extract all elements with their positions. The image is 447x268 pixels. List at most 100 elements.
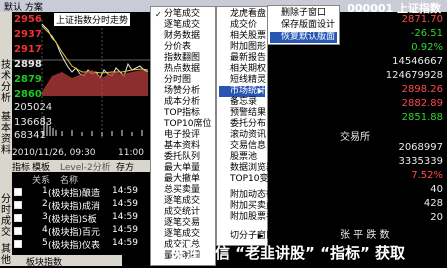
row-name: (极块指)百元	[48, 228, 101, 238]
row-time: 14:59	[112, 199, 138, 209]
menu-item[interactable]: 逐笔成交	[153, 196, 213, 207]
menu-item[interactable]: 数据浏览器	[219, 163, 275, 174]
table-row[interactable]: 2 (极块指)成消 14:59	[12, 199, 152, 212]
tab-template[interactable]: 模板	[32, 160, 50, 173]
watermark-caption: 关注微信 “老韭讲股” “指标” 获取	[169, 244, 406, 262]
price-label-4: 2898	[14, 59, 42, 70]
menu-item[interactable]: 逐笔成交	[153, 229, 213, 240]
menu-item[interactable]: 短线精灵	[219, 75, 266, 86]
tab-level2[interactable]: Level-2分析	[60, 160, 111, 173]
menu-item[interactable]: 附加股票名称	[219, 212, 284, 223]
quote-value: 0.92%	[411, 42, 443, 53]
intraday-chart[interactable]: 2956 2937 2917 2898 2879 2860 205024 136…	[12, 12, 150, 141]
menu-item[interactable]: 最新报告	[219, 53, 266, 64]
time-start: 2010/11/26, 09:30	[12, 148, 96, 158]
menu-item-label: 分笔成交	[164, 9, 201, 19]
row-checkbox[interactable]	[14, 201, 22, 209]
menu-item[interactable]: TOP10变量	[219, 174, 277, 185]
time-end: 11:00	[118, 148, 144, 158]
row-checkbox[interactable]	[14, 188, 22, 196]
menu-item[interactable]: 股票池	[219, 152, 265, 163]
restore-default-layout-item[interactable]: 恢复默认版面	[270, 32, 337, 43]
menu-item[interactable]: 成本分析	[153, 97, 213, 108]
quote-value: -26.51	[410, 28, 443, 39]
context-menu: ✓ 分笔成交 逐笔成交 财务数据 分价表 指数翻图 热点数据 分时图 场赞分析 成…	[150, 6, 216, 266]
menu-item[interactable]: 成交价	[219, 20, 265, 31]
menu-item[interactable]: 最大撤单	[153, 174, 213, 185]
menu-item[interactable]: 附加动态行情	[219, 190, 284, 201]
col-name: 名称	[60, 176, 79, 186]
menu-item[interactable]: 附加买卖盘	[219, 201, 275, 212]
menu-item[interactable]: 基本资料	[153, 141, 213, 152]
tab-basic-info[interactable]: 基本资料	[0, 112, 12, 164]
price-label-3: 2917	[14, 44, 42, 55]
quote-value: 428	[423, 198, 443, 209]
row-name: (极块指)S板	[48, 215, 97, 225]
menu-item[interactable]: TOP指标	[153, 108, 213, 119]
quote-value: 2898.26	[401, 84, 443, 95]
price-label-1: 2956	[14, 14, 42, 25]
row-checkbox[interactable]	[14, 227, 22, 235]
exchange-label: 交易所	[340, 132, 370, 143]
row-time: 14:59	[112, 212, 138, 222]
quote-value: 20	[430, 212, 443, 223]
menu-item[interactable]: 相关股票	[219, 31, 266, 42]
time-axis: 2010/11/26, 09:30 11:00	[12, 148, 150, 159]
menu-item[interactable]: 滚动资讯	[219, 130, 266, 141]
row-index: 5	[42, 238, 48, 248]
row-checkbox[interactable]	[14, 214, 22, 222]
tab-sector-index[interactable]: 板块指数	[26, 255, 62, 268]
quote-value: 2851.88	[401, 112, 443, 123]
row-checkbox[interactable]	[14, 240, 22, 248]
menu-item[interactable]: 指数翻图	[153, 53, 213, 64]
row-name: (极块指)酿造	[48, 189, 101, 199]
stats-header: 张 平 跌 数	[340, 230, 390, 241]
table-row[interactable]: 1 (极块指)酿造 14:59	[12, 186, 152, 199]
row-index: 4	[42, 225, 48, 235]
menu-item[interactable]: 委托分布	[219, 119, 266, 130]
menu-item-selected[interactable]: 市场统计 ▶	[219, 86, 266, 97]
save-layout-item[interactable]: 保存版面设计	[270, 20, 337, 31]
row-name: (极块指)仪表	[48, 241, 101, 251]
tab-other[interactable]: 其他	[0, 244, 12, 268]
menu-item[interactable]: 预警结果	[219, 108, 266, 119]
menu-item[interactable]: 分时图	[153, 75, 213, 86]
volume-label-3: 68341	[14, 130, 46, 141]
menu-item[interactable]: 热点数据	[153, 64, 213, 75]
chart-title: 上证指数分时走势	[54, 13, 131, 26]
menu-item[interactable]: 最大单量	[153, 163, 213, 174]
price-label-2: 2937	[14, 29, 42, 40]
tab-technical[interactable]: 技术分析	[0, 60, 12, 112]
table-row[interactable]: 3 (极块指)S板 14:59	[12, 212, 152, 225]
menu-item[interactable]: 备忘录	[219, 97, 265, 108]
menu-item[interactable]: 逐笔交易	[153, 218, 213, 229]
quote-value: 7.52%	[411, 170, 443, 181]
row-index: 1	[42, 186, 48, 196]
tab-indicator[interactable]: 指标	[12, 160, 30, 173]
menu-item[interactable]: 电子投评	[153, 130, 213, 141]
menu-item[interactable]: 分价表	[153, 42, 213, 53]
quote-panel: 2871.70 -26.51 0.92% 14546667 124679928 …	[340, 0, 447, 266]
menu-item[interactable]: 总买卖量	[153, 185, 213, 196]
table-row[interactable]: 4 (极块指)百元 14:59	[12, 225, 152, 238]
tab-minute-trades[interactable]: 分时成交	[0, 194, 12, 242]
tab-store[interactable]: 存方	[116, 160, 134, 173]
volume-label-1: 205024	[14, 102, 53, 113]
row-index: 3	[42, 212, 48, 222]
row-name: (极块指)成消	[48, 202, 101, 212]
menu-item[interactable]: 相关期权	[219, 64, 266, 75]
volume-label-2: 136683	[14, 117, 53, 128]
submenu-arrow-icon: ▶	[257, 87, 263, 95]
left-vertical-tabs: 技术分析 基本资料 分时成交 其他	[0, 12, 12, 266]
row-time: 14:59	[112, 225, 138, 235]
menu-item[interactable]: 场赞分析	[153, 86, 213, 97]
menu-item[interactable]: 成交统计	[153, 207, 213, 218]
menu-item[interactable]: TOP10席位	[153, 119, 213, 130]
menu-item[interactable]: 交易信息	[219, 141, 266, 152]
menu-item[interactable]: 附加图形	[219, 42, 266, 53]
menu-item[interactable]: ✓ 分笔成交	[153, 9, 213, 20]
menu-item[interactable]: 财务数据	[153, 31, 213, 42]
menu-item[interactable]: 逐笔成交	[153, 20, 213, 31]
menu-item[interactable]: 委托队列	[153, 152, 213, 163]
menu-item[interactable]: 龙虎看盘	[219, 9, 266, 20]
